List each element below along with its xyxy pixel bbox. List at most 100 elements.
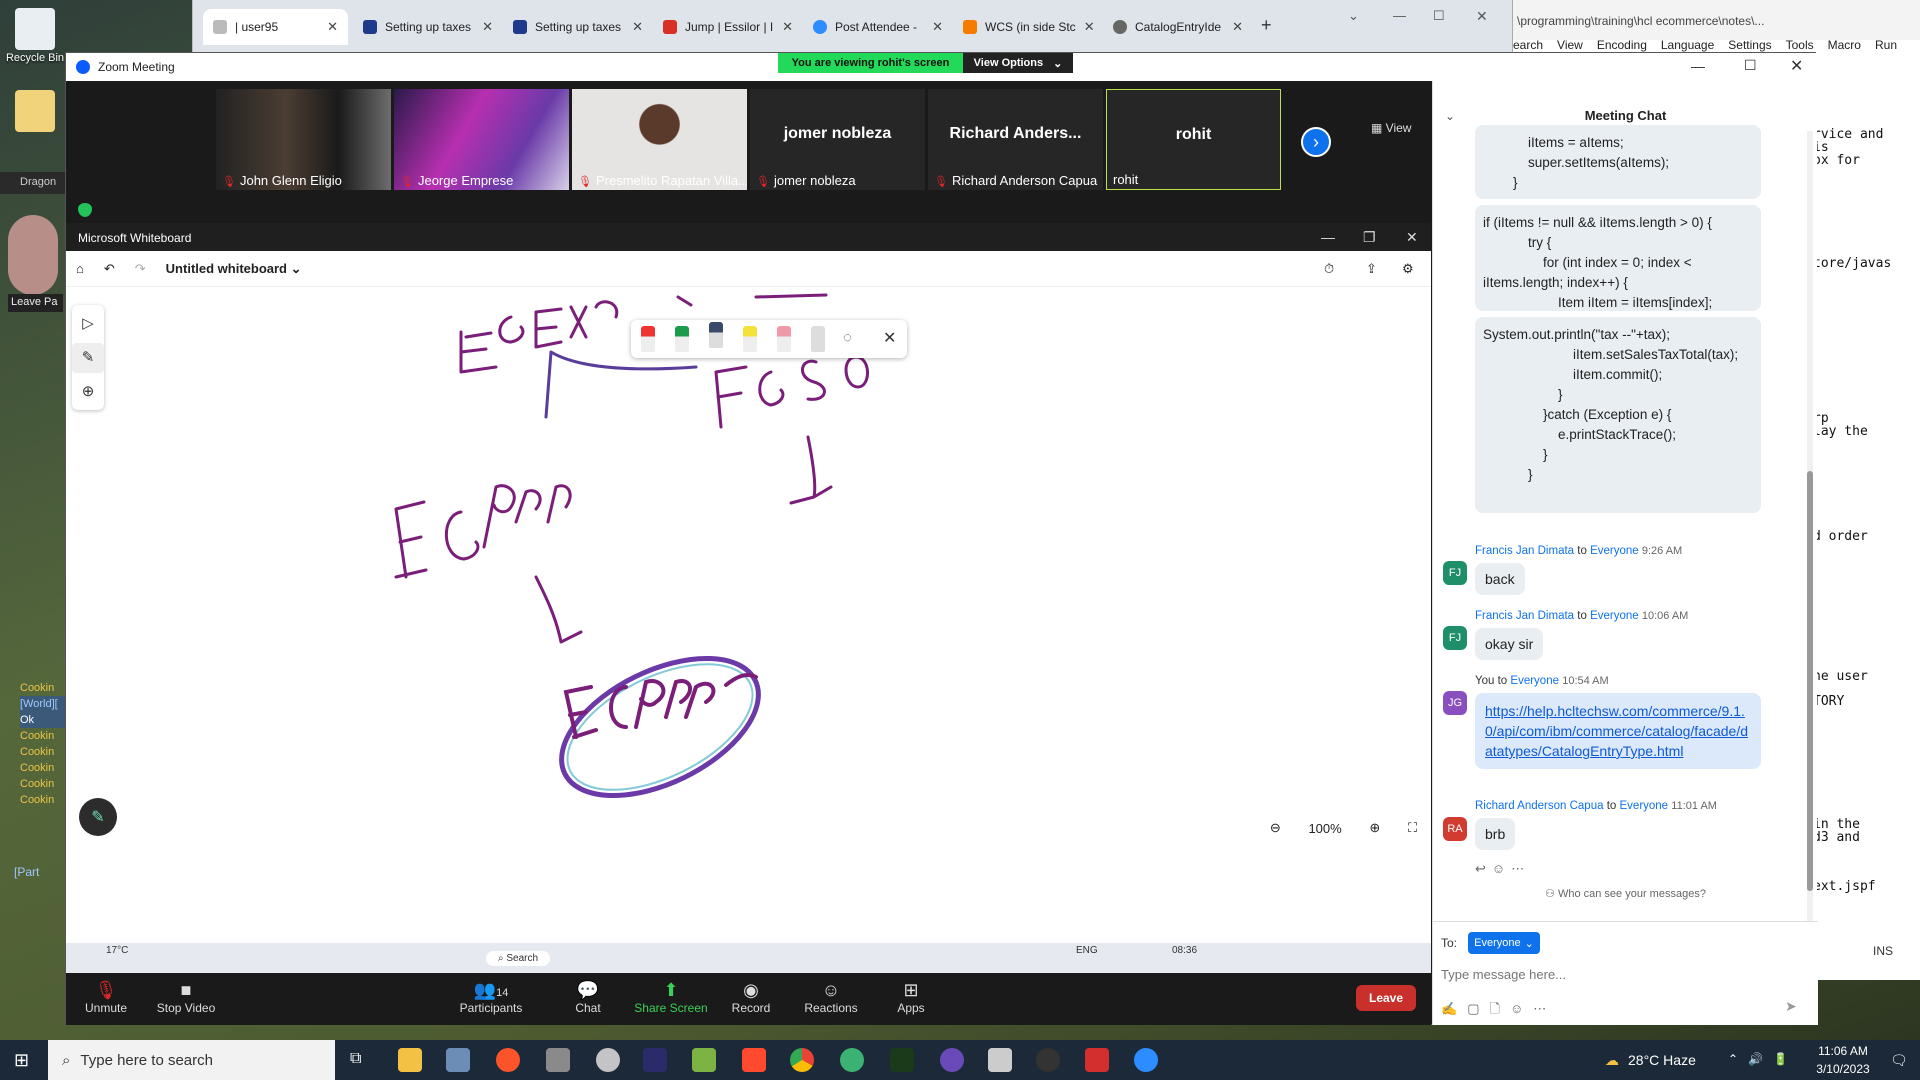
close-icon[interactable]: ✕ [932, 19, 943, 35]
close-icon[interactable]: ✕ [1406, 229, 1418, 246]
participant-tile[interactable]: 🎙 Jeorge Emprese [394, 89, 569, 190]
minimize-icon[interactable]: — [1321, 229, 1335, 245]
emoji-icon[interactable]: ☺ [1492, 861, 1511, 876]
red-pen-icon[interactable] [641, 326, 655, 352]
chevron-down-icon[interactable]: ⌄ [1348, 8, 1359, 24]
encryption-shield-icon[interactable] [78, 203, 92, 217]
redo-icon[interactable]: ↷ [135, 261, 146, 277]
weather-text[interactable]: 28°C Haze [1628, 1052, 1696, 1068]
restore-icon[interactable]: ❐ [1363, 229, 1376, 246]
task-view-icon[interactable]: ⧉ [350, 1050, 361, 1068]
notepad-plus-icon[interactable] [692, 1048, 716, 1072]
browser-tab[interactable]: CatalogEntryIde ✕ [1103, 9, 1253, 45]
chrome-icon[interactable] [790, 1048, 814, 1072]
recycle-bin-icon[interactable]: Recycle Bin [5, 8, 65, 64]
calculator-icon[interactable] [988, 1048, 1012, 1072]
menu-item[interactable]: Macro [1828, 38, 1861, 52]
leave-party-button[interactable]: Leave Pa [8, 294, 63, 312]
stop-video-button[interactable]: ■ Stop Video [146, 979, 226, 1015]
sender-name[interactable]: Francis Jan Dimata [1475, 545, 1574, 557]
participant-tile[interactable]: 🎙 Presmelito Rapatan Villa... [572, 89, 747, 190]
pen-fab-button[interactable]: ✎ [79, 798, 117, 836]
share-screen-button[interactable]: ⬆ Share Screen [631, 979, 711, 1015]
chat-scrollbar[interactable] [1807, 131, 1813, 991]
app-icon[interactable] [596, 1048, 620, 1072]
unmute-button[interactable]: 🎙 Unmute [66, 979, 146, 1015]
browser-tab[interactable]: Setting up taxes ✕ [353, 9, 503, 45]
browser-tab[interactable]: WCS (in side Stc ✕ [953, 9, 1103, 45]
maximize-icon[interactable]: ☐ [1744, 57, 1757, 74]
folder-icon[interactable] [5, 90, 65, 134]
close-icon[interactable]: ✕ [1790, 56, 1803, 76]
ink-canvas[interactable] [66, 287, 1431, 947]
view-button[interactable]: ▦ View [1371, 121, 1411, 135]
app-icon[interactable] [1085, 1048, 1109, 1072]
file-explorer-icon[interactable] [398, 1048, 422, 1072]
view-options-button[interactable]: View Options ⌄ [963, 53, 1073, 73]
participants-button[interactable]: 👥14 Participants [451, 979, 531, 1015]
clock-date[interactable]: 3/10/2023 [1808, 1062, 1878, 1076]
intellij-icon[interactable] [643, 1048, 667, 1072]
chat-button[interactable]: 💬 Chat [548, 979, 628, 1015]
new-tab-button[interactable]: + [1261, 15, 1272, 36]
pink-highlighter-icon[interactable] [777, 326, 791, 352]
close-icon[interactable]: ✕ [1084, 19, 1095, 35]
share-icon[interactable]: ⇪ [1366, 261, 1377, 277]
edge-icon[interactable] [840, 1048, 864, 1072]
home-icon[interactable]: ⌂ [76, 261, 84, 276]
browser-tab[interactable]: Jump | Essilor | I ✕ [653, 9, 803, 45]
reactions-button[interactable]: ☺ Reactions [791, 979, 871, 1015]
yellow-highlighter-icon[interactable] [743, 326, 757, 352]
menu-item[interactable]: Settings [1728, 38, 1771, 52]
browser-tab[interactable]: | user95 ✕ [203, 9, 348, 45]
close-icon[interactable]: ✕ [482, 19, 493, 35]
close-icon[interactable]: ✕ [327, 19, 338, 35]
zoom-out-icon[interactable]: ⊖ [1270, 820, 1281, 836]
lasso-icon[interactable]: ◌ [843, 329, 852, 346]
close-icon[interactable]: ✕ [1476, 8, 1488, 25]
participant-tile-active[interactable]: rohit rohit [1106, 89, 1281, 190]
brave-icon[interactable] [496, 1048, 520, 1072]
maximize-icon[interactable]: ☐ [1433, 8, 1445, 24]
menu-item[interactable]: Language [1661, 38, 1714, 52]
minimize-icon[interactable]: — [1393, 8, 1406, 23]
eraser-icon[interactable] [811, 326, 825, 352]
menu-item[interactable]: earch [1513, 38, 1543, 52]
browser-tab[interactable]: Post Attendee - ✕ [803, 9, 953, 45]
close-icon[interactable]: ✕ [883, 328, 896, 348]
close-icon[interactable]: ✕ [632, 19, 643, 35]
app-icon[interactable] [446, 1048, 470, 1072]
notification-icon[interactable]: 🗨 [1890, 1052, 1908, 1069]
menu-item[interactable]: Run [1875, 38, 1897, 52]
more-icon[interactable]: ⋯ [1533, 1001, 1556, 1016]
app-icon[interactable] [1036, 1048, 1060, 1072]
zoom-in-icon[interactable]: ⊕ [1369, 820, 1380, 836]
participant-tile[interactable]: 🎙 John Glenn Eligio [216, 89, 391, 190]
apps-button[interactable]: ⊞ Apps [871, 979, 951, 1015]
leave-button[interactable]: Leave [1356, 985, 1416, 1011]
menu-item[interactable]: Encoding [1597, 38, 1647, 52]
screenshot-icon[interactable]: ▢ [1467, 1001, 1489, 1016]
blue-pen-icon[interactable] [709, 322, 723, 348]
sender-name[interactable]: Francis Jan Dimata [1475, 610, 1574, 622]
menu-item[interactable]: View [1557, 38, 1583, 52]
zoom-app-icon[interactable] [1134, 1048, 1158, 1072]
recipient-dropdown[interactable]: Everyone ⌄ [1468, 932, 1540, 954]
whiteboard-title-dropdown[interactable]: Untitled whiteboard ⌄ [166, 261, 302, 277]
app-icon[interactable] [890, 1048, 914, 1072]
tray-icons[interactable]: ⌃🔊🔋 [1728, 1052, 1798, 1066]
format-icon[interactable]: ✍ [1441, 1001, 1467, 1016]
reply-icon[interactable]: ↩ [1475, 861, 1492, 876]
participant-tile[interactable]: Richard Anders... 🎙 Richard Anderson Capu… [928, 89, 1103, 190]
minimize-icon[interactable]: — [1691, 58, 1705, 74]
windows-start-icon[interactable]: ⊞ [14, 1050, 29, 1071]
timer-icon[interactable]: ⏱ [1324, 261, 1334, 277]
taskbar-search[interactable]: ⌕ Type here to search [48, 1040, 335, 1080]
record-button[interactable]: ◉ Record [711, 979, 791, 1015]
close-icon[interactable]: ✕ [782, 19, 793, 35]
undo-icon[interactable]: ↶ [104, 261, 115, 277]
app-icon[interactable] [546, 1048, 570, 1072]
chat-message-input[interactable] [1441, 962, 1801, 986]
chat-link[interactable]: https://help.hcltechsw.com/commerce/9.1.… [1485, 703, 1748, 759]
who-can-see-link[interactable]: ⚇ Who can see your messages? [1433, 887, 1818, 900]
